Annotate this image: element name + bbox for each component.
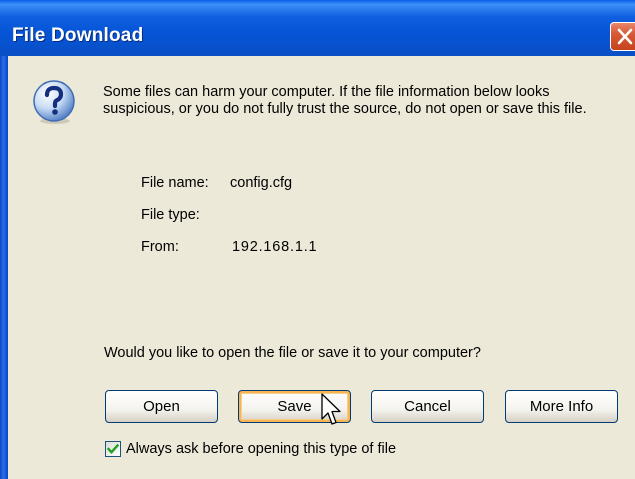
close-icon xyxy=(617,28,633,45)
always-ask-checkbox[interactable] xyxy=(105,441,121,457)
always-ask-label: Always ask before opening this type of f… xyxy=(126,441,397,457)
open-or-save-question: Would you like to open the file or save … xyxy=(104,345,481,361)
from-label: From: xyxy=(141,239,179,255)
checkmark-icon xyxy=(107,443,119,454)
file-name-value: config.cfg xyxy=(230,175,293,191)
open-button[interactable]: Open xyxy=(105,390,218,423)
window-title: File Download xyxy=(12,25,144,46)
warning-message: Some files can harm your computer. If th… xyxy=(103,84,587,117)
file-download-dialog: File Download Some files can harm your c… xyxy=(0,0,635,479)
title-bar[interactable]: File Download xyxy=(0,0,635,56)
save-button[interactable]: Save xyxy=(238,390,351,423)
from-value: 192.168.1.1 xyxy=(232,239,318,255)
cancel-button[interactable]: Cancel xyxy=(371,390,484,423)
file-name-label: File name: xyxy=(141,175,209,191)
file-type-label: File type: xyxy=(141,207,200,223)
question-icon xyxy=(33,80,75,124)
close-button[interactable] xyxy=(610,22,635,51)
more-info-button[interactable]: More Info xyxy=(505,390,618,423)
window-frame-left xyxy=(0,56,8,479)
